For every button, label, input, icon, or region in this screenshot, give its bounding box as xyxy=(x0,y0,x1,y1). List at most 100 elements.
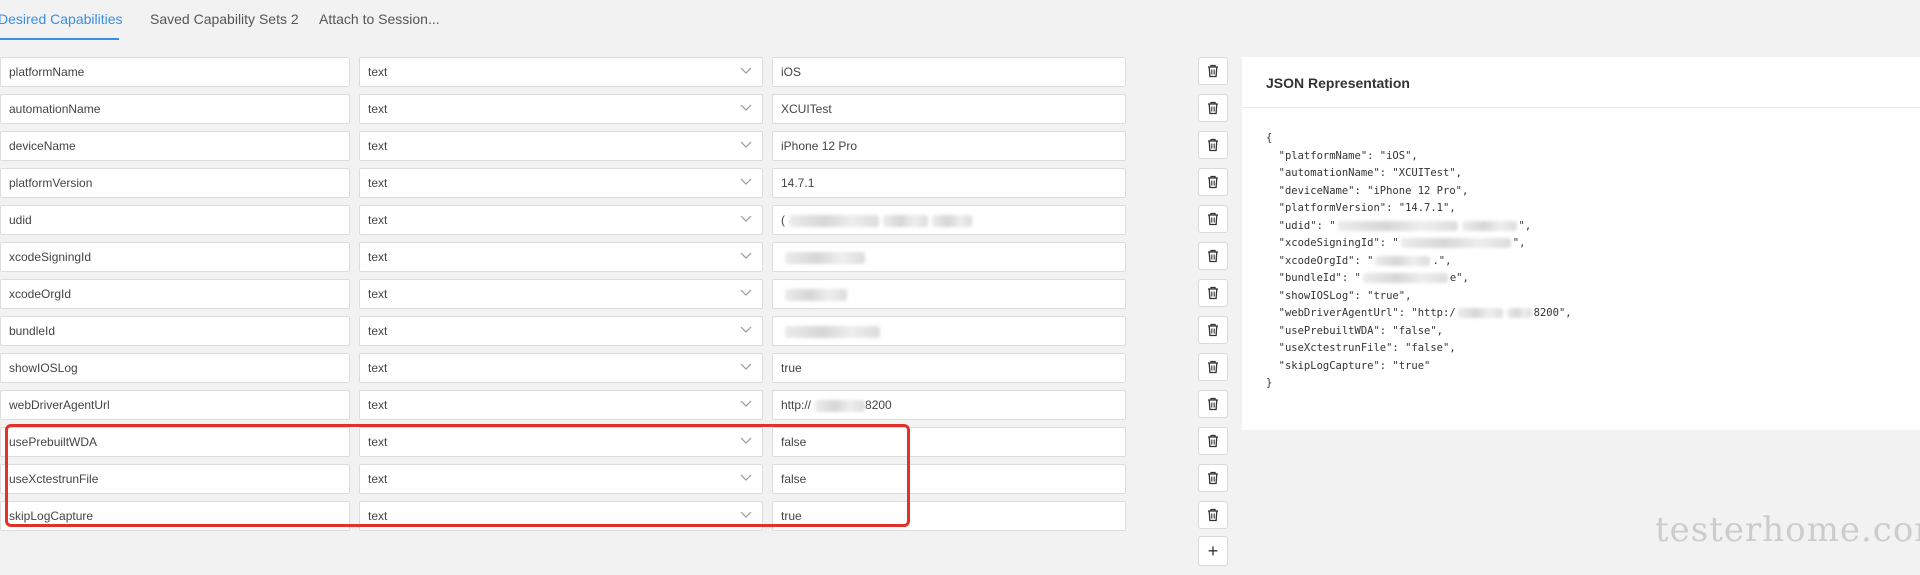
capability-type-select[interactable]: text xyxy=(359,242,763,272)
capability-name-input[interactable]: showIOSLog xyxy=(0,353,350,383)
json-line: "webDriverAgentUrl": "http:/8200", xyxy=(1266,307,1572,319)
chevron-down-icon xyxy=(740,141,752,148)
json-line: "showIOSLog": "true", xyxy=(1266,289,1412,302)
capability-name-input[interactable]: usePrebuiltWDA xyxy=(0,427,350,457)
capability-row: platformVersion text 14.7.1 xyxy=(0,168,1230,198)
chevron-down-icon xyxy=(740,215,752,222)
tab-saved-capability-sets[interactable]: Saved Capability Sets 2 xyxy=(150,0,299,40)
capability-value-input[interactable]: XCUITest xyxy=(772,94,1126,124)
capability-type-select[interactable]: text xyxy=(359,427,763,457)
tab-attach-to-session[interactable]: Attach to Session... xyxy=(319,0,440,40)
capability-type-select[interactable]: text xyxy=(359,57,763,87)
capability-name-input[interactable]: skipLogCapture xyxy=(0,501,350,531)
chevron-down-icon xyxy=(740,326,752,333)
capability-row: showIOSLog text true xyxy=(0,353,1230,383)
chevron-down-icon xyxy=(740,67,752,74)
capability-value-input[interactable]: 14.7.1 xyxy=(772,168,1126,198)
json-code-block: { "platformName": "iOS", "automationName… xyxy=(1242,108,1920,393)
capability-value-input[interactable]: true xyxy=(772,501,1126,531)
json-line: "xcodeSigningId": " ", xyxy=(1266,237,1526,249)
trash-icon xyxy=(1208,434,1218,448)
trash-icon xyxy=(1208,508,1218,522)
json-line: "platformName": "iOS", xyxy=(1266,149,1418,162)
delete-capability-button[interactable] xyxy=(1198,131,1228,159)
trash-icon xyxy=(1208,249,1218,263)
capability-name-input[interactable]: platformName xyxy=(0,57,350,87)
delete-capability-button[interactable] xyxy=(1198,168,1228,196)
capability-row: useXctestrunFile text false xyxy=(0,464,1230,494)
delete-capability-button[interactable] xyxy=(1198,205,1228,233)
capability-type-select[interactable]: text xyxy=(359,464,763,494)
capability-name-input[interactable]: xcodeSigningId xyxy=(0,242,350,272)
capability-row: bundleId text xyxy=(0,316,1230,346)
redacted-value xyxy=(785,251,865,264)
chevron-down-icon xyxy=(740,437,752,444)
capability-name-input[interactable]: automationName xyxy=(0,94,350,124)
capability-value-input[interactable] xyxy=(772,316,1126,346)
capability-name-input[interactable]: webDriverAgentUrl xyxy=(0,390,350,420)
capability-tabs: Desired Capabilities Saved Capability Se… xyxy=(0,0,1920,40)
capability-value-input[interactable]: true xyxy=(772,353,1126,383)
add-capability-button[interactable]: + xyxy=(1198,536,1228,566)
capability-name-input[interactable]: deviceName xyxy=(0,131,350,161)
tab-desired-capabilities[interactable]: Desired Capabilities xyxy=(0,0,123,40)
chevron-down-icon xyxy=(740,104,752,111)
delete-capability-button[interactable] xyxy=(1198,427,1228,455)
capability-value-input[interactable] xyxy=(772,242,1126,272)
redacted-value xyxy=(932,214,972,227)
json-line: } xyxy=(1266,377,1273,389)
capability-type-select[interactable]: text xyxy=(359,205,763,235)
delete-capability-button[interactable] xyxy=(1198,316,1228,344)
capability-row: xcodeOrgId text xyxy=(0,279,1230,309)
capability-value-input[interactable]: iOS xyxy=(772,57,1126,87)
capability-name-input[interactable]: platformVersion xyxy=(0,168,350,198)
trash-icon xyxy=(1208,323,1218,337)
chevron-down-icon xyxy=(740,363,752,370)
delete-capability-button[interactable] xyxy=(1198,501,1228,529)
delete-capability-button[interactable] xyxy=(1198,390,1228,418)
delete-capability-button[interactable] xyxy=(1198,353,1228,381)
capability-type-select[interactable]: text xyxy=(359,279,763,309)
capability-value-input[interactable]: false xyxy=(772,427,1126,457)
chevron-down-icon xyxy=(740,400,752,407)
capability-row: xcodeSigningId text xyxy=(0,242,1230,272)
capability-value-input[interactable]: false xyxy=(772,464,1126,494)
chevron-down-icon xyxy=(740,178,752,185)
redacted-value xyxy=(1506,308,1532,318)
capability-type-select[interactable]: text xyxy=(359,353,763,383)
trash-icon xyxy=(1208,175,1218,189)
capability-type-select[interactable]: text xyxy=(359,94,763,124)
capability-value-input[interactable]: iPhone 12 Pro xyxy=(772,131,1126,161)
capability-type-select[interactable]: text xyxy=(359,316,763,346)
delete-capability-button[interactable] xyxy=(1198,279,1228,307)
redacted-value xyxy=(883,214,928,227)
capability-value-input[interactable]: ( xyxy=(772,205,1126,235)
delete-capability-button[interactable] xyxy=(1198,57,1228,85)
watermark-logo: testerhome.com xyxy=(1655,510,1920,550)
trash-icon xyxy=(1208,360,1218,374)
redacted-value xyxy=(1375,255,1431,266)
redacted-value xyxy=(1362,273,1448,283)
capability-value-input[interactable] xyxy=(772,279,1126,309)
capability-name-input[interactable]: bundleId xyxy=(0,316,350,346)
delete-capability-button[interactable] xyxy=(1198,94,1228,122)
capability-type-select[interactable]: text xyxy=(359,390,763,420)
delete-capability-button[interactable] xyxy=(1198,242,1228,270)
redacted-value xyxy=(1457,308,1503,318)
delete-capability-button[interactable] xyxy=(1198,464,1228,492)
capability-name-input[interactable]: useXctestrunFile xyxy=(0,464,350,494)
capability-value-input[interactable]: http://8200 xyxy=(772,390,1126,420)
capability-name-input[interactable]: udid xyxy=(0,205,350,235)
capability-type-select[interactable]: text xyxy=(359,131,763,161)
redacted-value xyxy=(789,214,879,227)
capability-type-select[interactable]: text xyxy=(359,501,763,531)
capability-row: usePrebuiltWDA text false xyxy=(0,427,1230,457)
trash-icon xyxy=(1208,286,1218,300)
trash-icon xyxy=(1208,138,1218,152)
redacted-value xyxy=(1400,238,1511,248)
capability-type-select[interactable]: text xyxy=(359,168,763,198)
capability-row: platformName text iOS xyxy=(0,57,1230,87)
capability-name-input[interactable]: xcodeOrgId xyxy=(0,279,350,309)
capability-row: deviceName text iPhone 12 Pro xyxy=(0,131,1230,161)
redacted-value xyxy=(815,399,866,412)
